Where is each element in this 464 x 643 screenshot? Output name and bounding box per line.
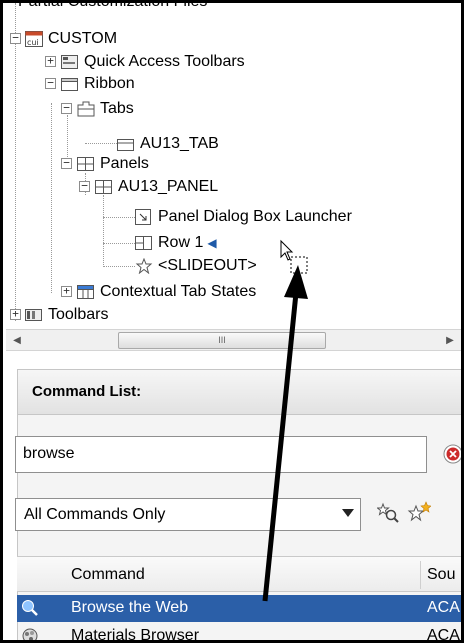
annotation-arrow	[262, 265, 308, 602]
cui-editor-frame: Partial Customization Files − cui CUSTOM…	[0, 0, 464, 643]
